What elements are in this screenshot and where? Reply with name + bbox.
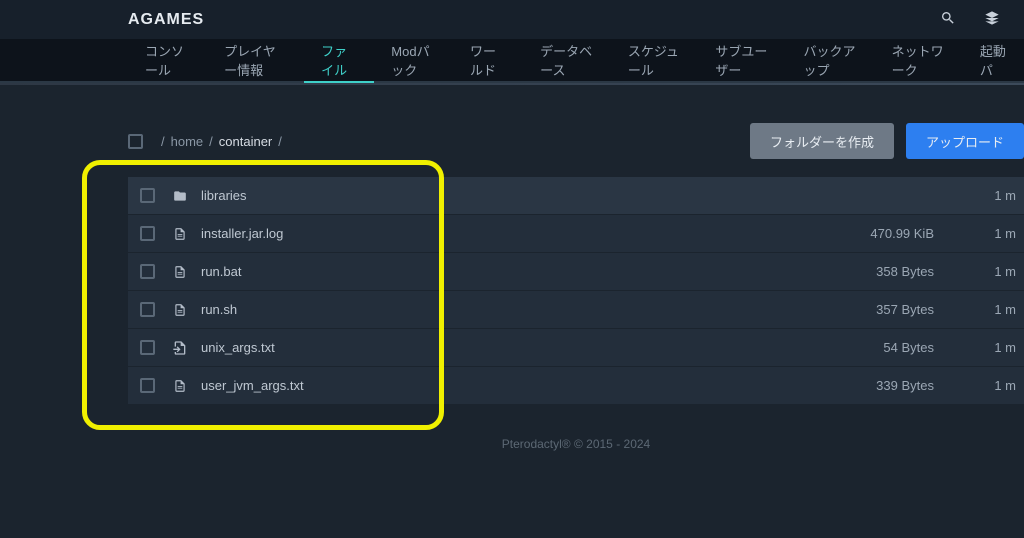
row-checkbox[interactable]	[140, 302, 155, 317]
row-checkbox[interactable]	[140, 188, 155, 203]
file-name: user_jvm_args.txt	[201, 378, 794, 393]
file-name: installer.jar.log	[201, 226, 794, 241]
brand: AGAMES	[128, 11, 940, 29]
row-checkbox[interactable]	[140, 264, 155, 279]
file-row[interactable]: user_jvm_args.txt339 Bytes1 m	[128, 367, 1024, 405]
breadcrumb-home[interactable]: home	[171, 134, 204, 149]
file-time: 1 m	[964, 378, 1024, 393]
file-row[interactable]: installer.jar.log470.99 KiB1 m	[128, 215, 1024, 253]
file-size: 470.99 KiB	[794, 226, 964, 241]
file-import-icon	[171, 339, 189, 357]
row-checkbox[interactable]	[140, 226, 155, 241]
folder-icon	[171, 187, 189, 205]
file-name: libraries	[201, 188, 794, 203]
breadcrumb-container[interactable]: container	[219, 134, 272, 149]
upload-button[interactable]: アップロード	[906, 123, 1024, 159]
nav-tab-6[interactable]: スケジュール	[611, 39, 699, 81]
nav-tab-3[interactable]: Modパック	[374, 39, 453, 81]
file-size: 339 Bytes	[794, 378, 964, 393]
file-list: libraries1 minstaller.jar.log470.99 KiB1…	[128, 177, 1024, 405]
nav-tab-10[interactable]: 起動パ	[963, 39, 1024, 81]
row-checkbox[interactable]	[140, 340, 155, 355]
file-time: 1 m	[964, 188, 1024, 203]
file-row[interactable]: run.sh357 Bytes1 m	[128, 291, 1024, 329]
nav-tab-7[interactable]: サブユーザー	[698, 39, 786, 81]
row-checkbox[interactable]	[140, 378, 155, 393]
file-size: 54 Bytes	[794, 340, 964, 355]
file-row[interactable]: run.bat358 Bytes1 m	[128, 253, 1024, 291]
nav-tab-4[interactable]: ワールド	[453, 39, 523, 81]
file-time: 1 m	[964, 264, 1024, 279]
file-time: 1 m	[964, 302, 1024, 317]
file-time: 1 m	[964, 340, 1024, 355]
nav-tab-1[interactable]: プレイヤー情報	[207, 39, 304, 81]
file-row[interactable]: libraries 1 m	[128, 177, 1024, 215]
breadcrumb-sep: /	[161, 134, 165, 149]
footer-text: Pterodactyl® © 2015 - 2024	[128, 437, 1024, 451]
file-icon	[171, 263, 189, 281]
nav-tab-0[interactable]: コンソール	[128, 39, 207, 81]
file-name: unix_args.txt	[201, 340, 794, 355]
topbar: AGAMES	[0, 0, 1024, 39]
layers-icon[interactable]	[984, 10, 1000, 29]
breadcrumb-sep: /	[278, 134, 282, 149]
content: / home / container / フォルダーを作成 アップロード lib…	[0, 85, 1024, 451]
navbar: コンソールプレイヤー情報ファイルModパックワールドデータベーススケジュールサブ…	[0, 39, 1024, 83]
toolbar-row: / home / container / フォルダーを作成 アップロード	[128, 123, 1024, 159]
file-icon	[171, 377, 189, 395]
top-icons	[940, 10, 1004, 29]
nav-tab-8[interactable]: バックアップ	[786, 39, 874, 81]
nav-tab-9[interactable]: ネットワーク	[875, 39, 963, 81]
file-name: run.sh	[201, 302, 794, 317]
file-name: run.bat	[201, 264, 794, 279]
breadcrumb-sep: /	[209, 134, 213, 149]
file-icon	[171, 225, 189, 243]
file-size: 357 Bytes	[794, 302, 964, 317]
file-row[interactable]: unix_args.txt54 Bytes1 m	[128, 329, 1024, 367]
create-folder-button[interactable]: フォルダーを作成	[750, 123, 894, 159]
breadcrumb: / home / container /	[161, 134, 282, 149]
search-icon[interactable]	[940, 10, 956, 29]
nav-tab-5[interactable]: データベース	[523, 39, 611, 81]
file-size: 358 Bytes	[794, 264, 964, 279]
file-time: 1 m	[964, 226, 1024, 241]
file-icon	[171, 301, 189, 319]
nav-tab-2[interactable]: ファイル	[304, 39, 374, 81]
select-all-checkbox[interactable]	[128, 134, 143, 149]
